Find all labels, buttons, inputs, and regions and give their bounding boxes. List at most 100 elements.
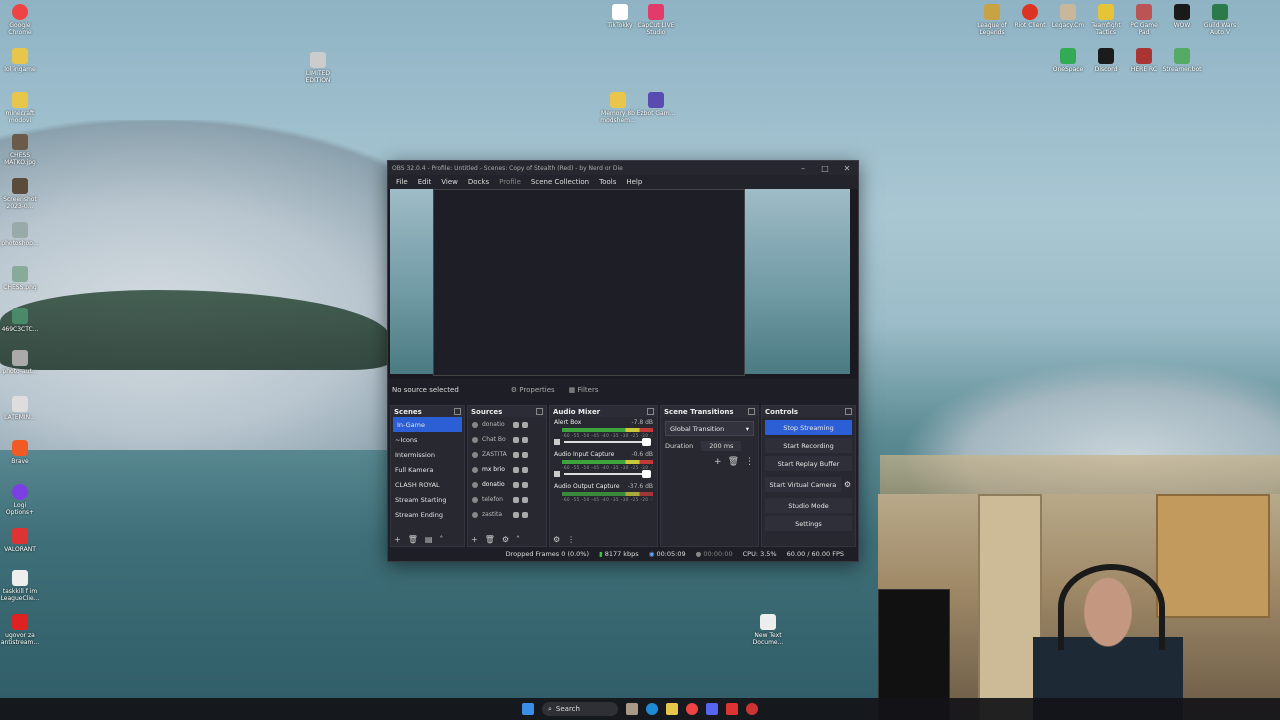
- desktop-icon[interactable]: CHESS MATKO.jpg: [0, 134, 40, 166]
- add-icon[interactable]: +: [714, 457, 722, 467]
- eye-icon[interactable]: [513, 496, 519, 503]
- edge-icon[interactable]: [646, 703, 658, 715]
- desktop-icon[interactable]: HERE RC: [1124, 48, 1164, 73]
- desktop-icon[interactable]: CHESS.png: [0, 266, 40, 291]
- lock-icon[interactable]: [522, 421, 528, 428]
- trash-icon[interactable]: 🗑: [728, 457, 739, 467]
- slider-knob[interactable]: [642, 438, 651, 446]
- more-icon[interactable]: ⋮: [567, 535, 575, 544]
- popout-icon[interactable]: [845, 408, 852, 415]
- slider-knob[interactable]: [642, 470, 651, 478]
- trash-icon[interactable]: 🗑: [485, 535, 495, 544]
- source-item[interactable]: mx brio: [468, 462, 546, 477]
- discord-icon[interactable]: [706, 703, 718, 715]
- eye-icon[interactable]: [513, 511, 519, 518]
- studio-mode-button[interactable]: Studio Mode: [765, 498, 852, 513]
- desktop-icon[interactable]: CapCut LIVE Studio: [636, 4, 676, 36]
- duration-input[interactable]: 200 ms: [701, 441, 742, 451]
- obs-titlebar[interactable]: OBS 32.0.4 - Profile: Untitled - Scenes:…: [388, 161, 858, 175]
- scene-item[interactable]: Full Kamera: [391, 462, 464, 477]
- scene-item[interactable]: Intermission: [391, 447, 464, 462]
- filter-icon[interactable]: ▤: [425, 535, 433, 544]
- volume-slider[interactable]: [564, 470, 651, 478]
- lock-icon[interactable]: [522, 436, 528, 443]
- source-item[interactable]: Chat Bo: [468, 432, 546, 447]
- desktop-icon[interactable]: 469C3CTC...: [0, 308, 40, 333]
- eye-icon[interactable]: [513, 481, 519, 488]
- eye-icon[interactable]: [513, 421, 519, 428]
- file-explorer-icon[interactable]: [666, 703, 678, 715]
- desktop-icon[interactable]: Memory 8b modshem...: [598, 92, 638, 124]
- desktop-icon[interactable]: OneSpace: [1048, 48, 1088, 73]
- program-preview[interactable]: [388, 189, 858, 379]
- start-replay-buffer-button[interactable]: Start Replay Buffer: [765, 456, 852, 471]
- menu-file[interactable]: File: [391, 178, 413, 186]
- scene-item[interactable]: Stream Starting: [391, 492, 464, 507]
- desktop-icon[interactable]: Streamer.bot: [1162, 48, 1202, 73]
- up-icon[interactable]: ˄: [439, 535, 443, 544]
- menu-help[interactable]: Help: [621, 178, 647, 186]
- menu-profile[interactable]: Profile: [494, 178, 526, 186]
- menu-scene-collection[interactable]: Scene Collection: [526, 178, 594, 186]
- filters-button[interactable]: ▦ Filters: [569, 386, 599, 394]
- close-icon[interactable]: ✕: [836, 164, 858, 173]
- gear-icon[interactable]: ⚙: [502, 535, 509, 544]
- more-icon[interactable]: ⋮: [745, 457, 754, 467]
- eye-icon[interactable]: [513, 466, 519, 473]
- desktop-icon[interactable]: lol ingame: [0, 48, 40, 73]
- taskbar-search[interactable]: ⌕ Search: [542, 702, 618, 716]
- properties-button[interactable]: ⚙ Properties: [511, 386, 555, 394]
- tiktok-icon[interactable]: [726, 703, 738, 715]
- desktop-icon[interactable]: Guild Wars Auto V: [1200, 4, 1240, 36]
- popout-icon[interactable]: [454, 408, 461, 415]
- chrome-icon[interactable]: [686, 703, 698, 715]
- transition-select[interactable]: Global Transition ▾: [665, 421, 754, 436]
- start-recording-button[interactable]: Start Recording: [765, 438, 852, 453]
- desktop-icon[interactable]: League of Legends: [972, 4, 1012, 36]
- desktop-icon[interactable]: LIMITED EDITION: [298, 52, 338, 84]
- gear-icon[interactable]: ⚙: [844, 480, 851, 489]
- add-icon[interactable]: +: [471, 535, 478, 544]
- menu-tools[interactable]: Tools: [594, 178, 621, 186]
- source-item[interactable]: telefon: [468, 492, 546, 507]
- menu-view[interactable]: View: [436, 178, 463, 186]
- popout-icon[interactable]: [748, 408, 755, 415]
- desktop-icon[interactable]: minecraft modovi: [0, 92, 40, 124]
- lock-icon[interactable]: [522, 481, 528, 488]
- lock-icon[interactable]: [522, 451, 528, 458]
- add-icon[interactable]: +: [394, 535, 401, 544]
- eye-icon[interactable]: [513, 451, 519, 458]
- source-item[interactable]: zastita: [468, 507, 546, 522]
- stop-streaming-button[interactable]: Stop Streaming: [765, 420, 852, 435]
- eye-icon[interactable]: [513, 436, 519, 443]
- menu-docks[interactable]: Docks: [463, 178, 494, 186]
- desktop-icon[interactable]: Discord: [1086, 48, 1126, 73]
- maximize-icon[interactable]: □: [814, 164, 836, 173]
- desktop-icon[interactable]: Ezbot Gam...: [636, 92, 676, 117]
- source-item[interactable]: donatio: [468, 477, 546, 492]
- desktop-icon[interactable]: Google Chrome: [0, 4, 40, 36]
- up-icon[interactable]: ˄: [516, 535, 520, 544]
- scene-item[interactable]: CLASH ROYAL: [391, 477, 464, 492]
- desktop-icon[interactable]: LATEMIN...: [0, 396, 40, 421]
- desktop-icon[interactable]: Brave: [0, 440, 40, 465]
- start-virtual-camera-button[interactable]: Start Virtual Camera: [765, 477, 841, 492]
- desktop-icon[interactable]: Riot Client: [1010, 4, 1050, 29]
- desktop-icon[interactable]: Screenshot 2023-0...: [0, 178, 40, 210]
- minimize-icon[interactable]: –: [792, 164, 814, 173]
- popout-icon[interactable]: [647, 408, 654, 415]
- speaker-icon[interactable]: [554, 471, 560, 477]
- desktop-icon[interactable]: photoshop...: [0, 222, 40, 247]
- source-item[interactable]: ZASTITA: [468, 447, 546, 462]
- scene-item[interactable]: Stream Ending: [391, 507, 464, 522]
- desktop-icon[interactable]: ugovor za antistream...: [0, 614, 40, 646]
- desktop-icon[interactable]: TikTokky: [600, 4, 640, 29]
- menu-edit[interactable]: Edit: [413, 178, 437, 186]
- desktop-icon[interactable]: VALORANT: [0, 528, 40, 553]
- desktop-icon[interactable]: Logi Options+: [0, 484, 40, 516]
- trash-icon[interactable]: 🗑: [408, 535, 418, 544]
- desktop-icon[interactable]: PC Game Pad: [1124, 4, 1164, 36]
- desktop-icon[interactable]: photo-aut...: [0, 350, 40, 375]
- lock-icon[interactable]: [522, 496, 528, 503]
- volume-slider[interactable]: [564, 438, 651, 446]
